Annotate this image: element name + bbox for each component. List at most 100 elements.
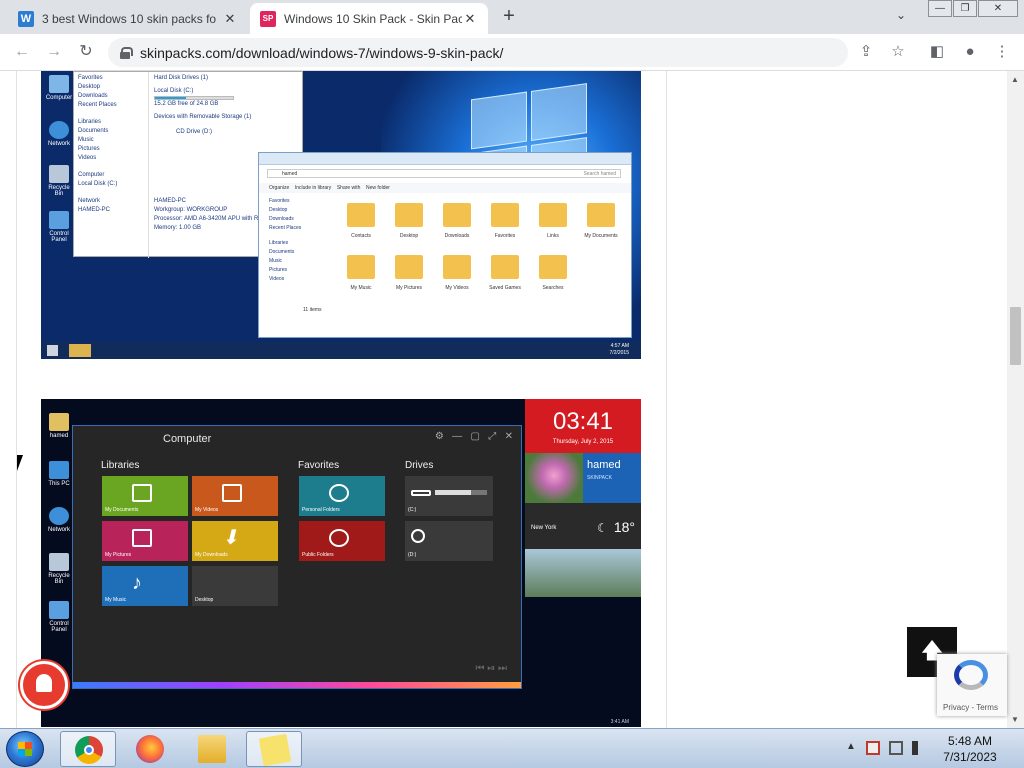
command-item: Include in library — [294, 185, 332, 191]
content-border-right — [666, 71, 667, 728]
side-panel-icon[interactable]: ◧ — [927, 42, 947, 62]
folder-icon: Desktop — [391, 199, 427, 239]
network-icon[interactable] — [889, 741, 903, 755]
back-arrow-icon[interactable]: ← — [12, 42, 32, 62]
tile-drive-d: (D:) — [405, 521, 493, 561]
tab-title: Windows 10 Skin Pack - Skin Pac — [284, 11, 462, 26]
nav-item: Recent Places — [269, 225, 302, 231]
this-pc-icon: This PC — [45, 461, 73, 487]
profile-avatar-icon[interactable]: ● — [960, 42, 980, 62]
tile-my-pictures: My Pictures — [102, 521, 188, 561]
lock-icon[interactable] — [120, 46, 133, 59]
nav-item: Pictures — [78, 146, 100, 152]
nav-item: Libraries — [269, 240, 289, 246]
tile-label: (D:) — [408, 552, 417, 558]
nav-item: Downloads — [78, 93, 108, 99]
volume-muted-icon[interactable] — [912, 741, 926, 755]
page-scrollbar[interactable]: ▲ ▼ — [1007, 71, 1024, 728]
scroll-down-arrow-icon[interactable]: ▼ — [1011, 715, 1019, 724]
notification-bell-icon[interactable] — [20, 661, 68, 709]
taskbar-firefox[interactable] — [122, 731, 178, 767]
nav-item: Music — [78, 137, 94, 143]
address-text: hamed — [282, 171, 298, 177]
item-count: 11 items — [303, 307, 322, 313]
menu-kebab-icon[interactable]: ⋮ — [992, 42, 1012, 62]
close-window-icon[interactable]: ✕ — [978, 0, 1018, 17]
skin-screenshot-1[interactable]: Computer Network Recycle Bin Control Pan… — [41, 71, 641, 359]
windows-taskbar: ▲ 5:48 AM 7/31/2023 — [0, 728, 1024, 768]
explorer-window-user-folder: hamed Search hamed Organize Include in li… — [258, 152, 632, 338]
address-bar[interactable]: skinpacks.com/download/windows-7/windows… — [108, 38, 848, 67]
url-text[interactable]: skinpacks.com/download/windows-7/windows… — [140, 45, 503, 61]
tile-public-folders: Public Folders — [299, 521, 385, 561]
nav-item: Desktop — [78, 84, 101, 90]
security-flag-icon[interactable] — [866, 741, 880, 755]
folder-label: Downloads — [444, 233, 470, 239]
recaptcha-logo-icon — [954, 660, 988, 690]
nav-item: HAMED-PC — [78, 207, 111, 213]
tile-label: Personal Folders — [302, 507, 340, 513]
section-label: Favorites — [298, 460, 340, 471]
close-tab-icon[interactable]: ✕ — [462, 11, 478, 27]
close-tab-icon[interactable]: ✕ — [222, 11, 238, 27]
tab-windows-10-skin-pack[interactable]: SP Windows 10 Skin Pack - Skin Pac ✕ — [250, 3, 488, 34]
new-tab-button[interactable]: + — [498, 6, 520, 28]
recaptcha-privacy-terms[interactable]: Privacy - Terms — [943, 703, 998, 712]
tile-my-documents: My Documents — [102, 476, 188, 516]
tab-strip: W 3 best Windows 10 skin packs fo ✕ SP W… — [0, 0, 1024, 34]
tab-title: 3 best Windows 10 skin packs fo — [42, 11, 217, 26]
nav-item: Music — [269, 258, 283, 264]
folder-label: My Videos — [445, 285, 469, 291]
media-controls-icon: ⏮ ⏯ ⏭ — [475, 663, 507, 674]
skin-screenshot-2[interactable]: hamed This PC Network Recycle Bin Contro… — [41, 399, 641, 727]
folder-label: My Music — [350, 285, 372, 291]
tab-search-chevron-icon[interactable]: ⌄ — [896, 8, 906, 22]
reload-icon[interactable]: ↻ — [76, 42, 96, 62]
folder-label: Saved Games — [489, 285, 521, 291]
tile-my-videos: My Videos — [192, 476, 278, 516]
tile-my-music: ♪ My Music — [102, 566, 188, 606]
user-widget: hamed SKINPACK — [525, 453, 641, 503]
bookmark-star-icon[interactable]: ☆ — [888, 42, 908, 62]
minimize-icon[interactable]: — — [928, 0, 952, 17]
drive-label: Local Disk (C:) — [154, 88, 194, 94]
icon-label: Recycle Bin — [48, 573, 70, 585]
nav-item: Pictures — [269, 267, 288, 273]
start-button-icon[interactable] — [6, 731, 44, 767]
system-clock[interactable]: 5:48 AM 7/31/2023 — [930, 733, 1010, 765]
nav-item: Network — [78, 198, 101, 204]
window-controls-icon: ⚙ — ▢ ⤢ ✕ — [434, 431, 513, 442]
tile-desktop: Desktop — [192, 566, 278, 606]
tile-label: Public Folders — [302, 552, 334, 558]
screenshot-taskbar: 4:57 AM 7/2/2015 — [41, 342, 641, 359]
browser-toolbar: ← → ↻ skinpacks.com/download/windows-7/w… — [0, 34, 1024, 71]
taskbar-notes[interactable] — [246, 731, 302, 767]
show-hidden-icons-arrow[interactable]: ▲ — [846, 741, 856, 752]
share-icon[interactable]: ⇪ — [856, 42, 876, 62]
explorer-nav-pane: Favorites Desktop Downloads Recent Place… — [263, 197, 327, 301]
tile-label: My Pictures — [105, 552, 132, 558]
scroll-up-arrow-icon[interactable]: ▲ — [1011, 75, 1019, 84]
folder-icon: My Pictures — [391, 251, 427, 291]
tile-label: My Videos — [195, 507, 219, 513]
taskbar-file-explorer[interactable] — [184, 731, 240, 767]
recaptcha-badge[interactable]: Privacy - Terms — [937, 654, 1007, 716]
tab-skin-packs-article[interactable]: W 3 best Windows 10 skin packs fo ✕ — [8, 3, 248, 34]
taskbar-chrome[interactable] — [60, 731, 116, 767]
forward-arrow-icon[interactable]: → — [44, 42, 64, 62]
tile-drive-c: (C:) — [405, 476, 493, 516]
tile-personal-folders: Personal Folders — [299, 476, 385, 516]
weather-temp: 18° — [613, 519, 635, 535]
scrollbar-thumb[interactable] — [1010, 307, 1021, 365]
explorer-nav-pane: Favorites Desktop Downloads Recent Place… — [74, 72, 149, 258]
section-label: Libraries — [101, 460, 140, 471]
recycle-bin-icon: Recycle Bin — [45, 553, 73, 585]
icon-label: hamed — [49, 433, 69, 439]
page-viewport: Computer Network Recycle Bin Control Pan… — [0, 71, 1024, 728]
command-item: New folder — [366, 185, 390, 191]
user-name: hamed — [587, 459, 621, 471]
control-panel-icon: Control Panel — [45, 601, 73, 633]
network-icon: Network — [45, 121, 73, 147]
icon-label: Control Panel — [49, 621, 69, 633]
restore-icon[interactable]: ❐ — [953, 0, 977, 17]
